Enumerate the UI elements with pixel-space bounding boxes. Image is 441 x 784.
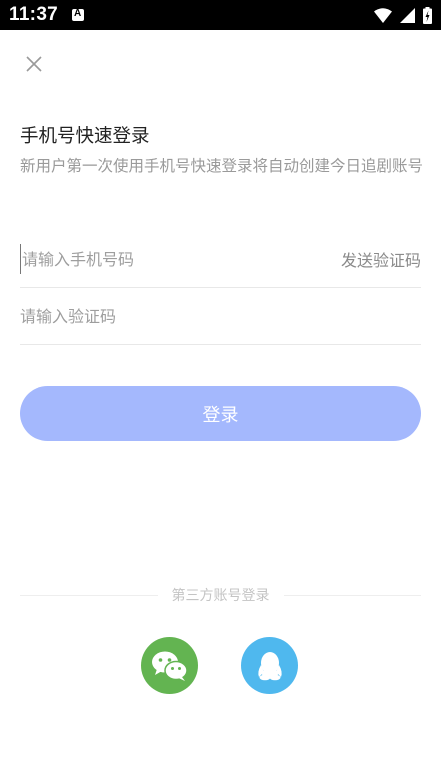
wechat-icon [151,651,188,681]
login-button[interactable]: 登录 [20,386,421,441]
send-code-button[interactable]: 发送验证码 [341,247,421,271]
status-bar: 11:37 [0,0,441,30]
phone-field-row: 发送验证码 [20,231,421,288]
third-party-label: 第三方账号登录 [171,588,270,604]
status-time: 11:37 [9,4,59,25]
close-icon [26,56,42,72]
page-title: 手机号快速登录 [20,126,150,147]
third-party-divider: 第三方账号登录 [20,585,421,605]
close-button[interactable] [24,54,44,74]
phone-input[interactable] [20,244,270,274]
notification-icon [72,8,85,21]
qq-icon [257,651,282,680]
wechat-login-button[interactable] [141,637,198,694]
signal-icon [400,7,415,23]
divider-line [283,594,421,596]
code-field-row [20,288,421,345]
battery-icon [423,6,432,24]
page-subtitle: 新用户第一次使用手机号快速登录将自动创建今日追剧账号 [20,157,424,175]
divider-line [20,594,158,596]
wifi-icon [374,7,392,23]
verification-code-input[interactable] [20,301,270,331]
qq-login-button[interactable] [241,637,298,694]
